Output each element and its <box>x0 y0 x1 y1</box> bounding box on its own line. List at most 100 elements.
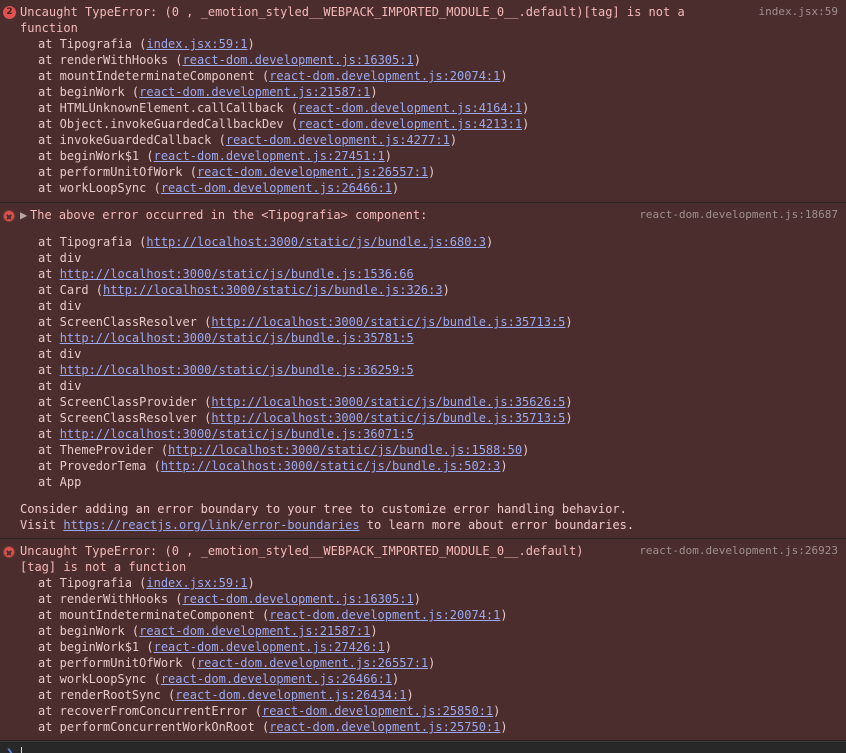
stack-frame-link[interactable]: index.jsx:59:1 <box>146 37 247 51</box>
stack-frame-name: at renderWithHooks ( <box>38 53 183 67</box>
stack-frame: at ProvedorTema (http://localhost:3000/s… <box>0 458 846 474</box>
stack-frame-link[interactable]: react-dom.development.js:20074:1 <box>269 608 500 622</box>
stack-frame-link[interactable]: react-dom.development.js:26557:1 <box>197 656 428 670</box>
stack-frame-link[interactable]: react-dom.development.js:26466:1 <box>161 181 392 195</box>
stack-frame: at http://localhost:3000/static/js/bundl… <box>0 362 846 378</box>
stack-frame-paren: ) <box>493 704 501 718</box>
stack-frame: at ScreenClassResolver (http://localhost… <box>0 314 846 330</box>
stack-frame-name: at div <box>38 251 82 265</box>
error-source-link[interactable]: react-dom.development.js:18687 <box>639 207 838 223</box>
stack-frame-link[interactable]: react-dom.development.js:16305:1 <box>183 53 414 67</box>
error-count-badge[interactable]: 2 <box>3 6 16 19</box>
stack-frame-link[interactable]: http://localhost:3000/static/js/bundle.j… <box>103 283 443 297</box>
stack-frame: at Object.invokeGuardedCallbackDev (reac… <box>0 116 846 132</box>
stack-frame-name: at <box>38 267 60 281</box>
console-error-header[interactable]: ▶ The above error occurred in the <Tipogr… <box>0 207 846 223</box>
stack-frame-paren: ) <box>247 37 255 51</box>
stack-frame-name: at Object.invokeGuardedCallbackDev ( <box>38 117 299 131</box>
stack-frame-name: at ProvedorTema ( <box>38 459 161 473</box>
disclosure-triangle-icon[interactable]: ▶ <box>20 207 30 223</box>
stack-frame-link[interactable]: react-dom.development.js:26466:1 <box>161 672 392 686</box>
stack-frame-paren: ) <box>565 411 573 425</box>
devtools-console-panel: 2 Uncaught TypeError: (0 , _emotion_style… <box>0 0 846 753</box>
error-message-text: Uncaught TypeError: (0 , _emotion_styled… <box>20 544 584 558</box>
stack-frame: at http://localhost:3000/static/js/bundl… <box>0 426 846 442</box>
stack-frame-paren: ) <box>485 235 494 249</box>
stack-frame: at Tipografia (index.jsx:59:1) <box>0 36 846 52</box>
stack-frame-link[interactable]: http://localhost:3000/static/js/bundle.j… <box>161 459 501 473</box>
error-source-link[interactable]: react-dom.development.js:26923 <box>639 543 838 559</box>
stack-frame-name: at beginWork ( <box>38 624 140 638</box>
stack-frame-link[interactable]: react-dom.development.js:27451:1 <box>154 149 385 163</box>
error-boundary-note-2: Visit https://reactjs.org/link/error-bou… <box>20 518 635 532</box>
stack-frame-link[interactable]: http://localhost:3000/static/js/bundle.j… <box>60 363 414 377</box>
stack-frame-name: at div <box>38 347 82 361</box>
stack-frame-link[interactable]: react-dom.development.js:16305:1 <box>183 592 414 606</box>
stack-frame-link[interactable]: react-dom.development.js:4277:1 <box>226 133 450 147</box>
stack-frame-link[interactable]: index.jsx:59:1 <box>146 576 247 590</box>
stack-frame-link[interactable]: http://localhost:3000/static/js/bundle.j… <box>211 411 565 425</box>
error-boundaries-doc-link[interactable]: https://reactjs.org/link/error-boundarie… <box>63 518 359 532</box>
stack-frame-paren: ) <box>406 688 414 702</box>
stack-frame-link[interactable]: http://localhost:3000/static/js/bundle.j… <box>60 267 414 281</box>
stack-frame-name: at beginWork$1 ( <box>38 640 154 654</box>
stack-frame-paren: ) <box>384 149 393 163</box>
stack-frame: at renderRootSync (react-dom.development… <box>0 687 846 703</box>
stack-frame-name: at mountIndeterminateComponent ( <box>38 608 270 622</box>
stack-frame-link[interactable]: react-dom.development.js:4164:1 <box>298 101 522 115</box>
stack-frame-name: at renderRootSync ( <box>38 688 176 702</box>
stack-frame-link[interactable]: react-dom.development.js:4213:1 <box>298 117 522 131</box>
stack-frame: at workLoopSync (react-dom.development.j… <box>0 180 846 196</box>
stack-frame-name: at Tipografia ( <box>38 576 147 590</box>
stack-frame: at performUnitOfWork (react-dom.developm… <box>0 164 846 180</box>
stack-frame-link[interactable]: react-dom.development.js:21587:1 <box>139 85 370 99</box>
stack-frame-name: at ScreenClassResolver ( <box>38 315 212 329</box>
stack-frame: at App <box>0 474 846 490</box>
stack-frame-name: at Tipografia ( <box>38 235 147 249</box>
stack-frame: at beginWork (react-dom.development.js:2… <box>0 84 846 100</box>
stack-frame-link[interactable]: react-dom.development.js:25750:1 <box>269 720 500 734</box>
stack-frame-link[interactable]: http://localhost:3000/static/js/bundle.j… <box>168 443 522 457</box>
stack-frame: at beginWork$1 (react-dom.development.js… <box>0 148 846 164</box>
console-input-caret[interactable] <box>20 747 22 753</box>
console-error-header[interactable]: Uncaught TypeError: (0 , _emotion_styled… <box>0 543 846 559</box>
stack-frame-link[interactable]: react-dom.development.js:21587:1 <box>139 624 370 638</box>
console-prompt-arrow-icon: ❯ <box>6 746 14 753</box>
stack-frame-link[interactable]: react-dom.development.js:20074:1 <box>269 69 500 83</box>
error-x-icon <box>3 546 15 558</box>
error-source-link[interactable]: index.jsx:59 <box>759 4 838 20</box>
stack-frame-name: at performConcurrentWorkOnRoot ( <box>38 720 270 734</box>
error-x-icon <box>3 210 15 222</box>
stack-frame-link[interactable]: react-dom.development.js:27426:1 <box>154 640 385 654</box>
stack-frame-link[interactable]: http://localhost:3000/static/js/bundle.j… <box>60 331 414 345</box>
error-boundary-note-1: Consider adding an error boundary to you… <box>20 502 627 516</box>
stack-frame-link[interactable]: react-dom.development.js:26434:1 <box>175 688 406 702</box>
console-prompt-bar[interactable]: ❯ <box>0 741 846 753</box>
stack-frame-paren: ) <box>392 672 400 686</box>
console-error-group: 2 Uncaught TypeError: (0 , _emotion_style… <box>0 0 846 203</box>
stack-frame-name: at beginWork$1 ( <box>38 149 154 163</box>
stack-frame-link[interactable]: http://localhost:3000/static/js/bundle.j… <box>146 235 486 249</box>
stack-frame-paren: ) <box>247 576 255 590</box>
stack-frame: at Card (http://localhost:3000/static/js… <box>0 282 846 298</box>
error-message-wrap: [tag] is not a function <box>20 560 187 574</box>
stack-frame-paren: ) <box>413 53 421 67</box>
console-message-list: 2 Uncaught TypeError: (0 , _emotion_style… <box>0 0 846 741</box>
stack-frame-paren: ) <box>370 624 378 638</box>
error-message-wrap: function <box>20 21 78 35</box>
stack-frame-link[interactable]: http://localhost:3000/static/js/bundle.j… <box>211 315 565 329</box>
stack-frame-link[interactable]: react-dom.development.js:25850:1 <box>262 704 493 718</box>
stack-frame-paren: ) <box>565 395 573 409</box>
stack-frame-paren: ) <box>428 656 436 670</box>
stack-frame-link[interactable]: react-dom.development.js:26557:1 <box>197 165 428 179</box>
stack-frame-name: at div <box>38 299 82 313</box>
stack-frame-name: at <box>38 363 60 377</box>
stack-frame-link[interactable]: http://localhost:3000/static/js/bundle.j… <box>60 427 414 441</box>
stack-frame: at Tipografia (http://localhost:3000/sta… <box>0 234 846 250</box>
console-error-header[interactable]: 2 Uncaught TypeError: (0 , _emotion_style… <box>0 4 846 20</box>
stack-frame: at http://localhost:3000/static/js/bundl… <box>0 266 846 282</box>
error-message-text: Uncaught TypeError: (0 , _emotion_styled… <box>20 5 685 19</box>
stack-frame-name: at workLoopSync ( <box>38 672 161 686</box>
stack-frame-link[interactable]: http://localhost:3000/static/js/bundle.j… <box>211 395 565 409</box>
stack-frame-name: at <box>38 427 60 441</box>
